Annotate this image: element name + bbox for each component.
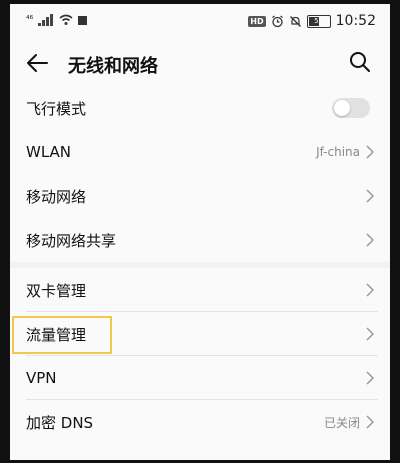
- mobile-network-label: 移动网络: [26, 187, 87, 206]
- status-bar: ⁴⁶ HD 57 10:52: [10, 4, 390, 40]
- data-usage-row[interactable]: 流量管理: [10, 312, 390, 356]
- chevron-right-icon: [366, 283, 374, 297]
- signal-icon: [38, 14, 54, 26]
- notification-icon: [78, 15, 88, 25]
- data-usage-label: 流量管理: [26, 325, 87, 344]
- battery-icon: 57: [306, 14, 331, 28]
- hd-icon: HD: [248, 15, 266, 27]
- chevron-right-icon: [366, 327, 374, 341]
- frame-top: [0, 0, 400, 4]
- back-arrow-icon[interactable]: [24, 50, 50, 76]
- wlan-row[interactable]: WLAN Jf-china: [10, 130, 390, 174]
- chevron-right-icon: [366, 189, 374, 203]
- settings-group-1: 飞行模式 WLAN Jf-china 移动网络 移动网络共享: [10, 86, 390, 262]
- wifi-icon: [59, 14, 73, 25]
- wlan-label: WLAN: [26, 143, 72, 161]
- vpn-label: VPN: [26, 369, 57, 387]
- page-title: 无线和网络: [68, 56, 158, 77]
- airplane-mode-row[interactable]: 飞行模式: [10, 86, 390, 130]
- private-dns-row[interactable]: 加密 DNS 已关闭: [10, 400, 390, 444]
- settings-group-2: 双卡管理 流量管理 VPN 加密 DNS 已关闭: [10, 268, 390, 460]
- chevron-right-icon: [366, 233, 374, 247]
- tethering-label: 移动网络共享: [26, 231, 117, 250]
- clock: 10:52: [335, 13, 376, 29]
- frame-left: [0, 0, 10, 463]
- search-icon[interactable]: [348, 50, 372, 74]
- airplane-mode-toggle[interactable]: [332, 98, 370, 118]
- chevron-right-icon: [366, 371, 374, 385]
- phone-screen: ⁴⁶ HD 57 10:52 无线和网络 飞行模式 WLAN Jf-china …: [0, 0, 400, 463]
- mute-icon: [289, 15, 301, 27]
- mobile-network-row[interactable]: 移动网络: [10, 174, 390, 218]
- chevron-right-icon: [366, 415, 374, 429]
- airplane-mode-label: 飞行模式: [26, 99, 87, 118]
- frame-right: [390, 0, 400, 463]
- private-dns-label: 加密 DNS: [26, 413, 94, 432]
- page-header: 无线和网络: [10, 40, 390, 86]
- alarm-icon: [271, 15, 283, 27]
- tethering-row[interactable]: 移动网络共享: [10, 218, 390, 262]
- signal-label: ⁴⁶: [26, 15, 34, 25]
- dual-sim-row[interactable]: 双卡管理: [10, 268, 390, 312]
- chevron-right-icon: [366, 145, 374, 159]
- battery-level: 57: [314, 17, 324, 25]
- wlan-value: Jf-china: [316, 145, 360, 159]
- dual-sim-label: 双卡管理: [26, 281, 87, 300]
- private-dns-value: 已关闭: [323, 415, 360, 430]
- vpn-row[interactable]: VPN: [10, 356, 390, 400]
- toggle-knob: [334, 100, 350, 116]
